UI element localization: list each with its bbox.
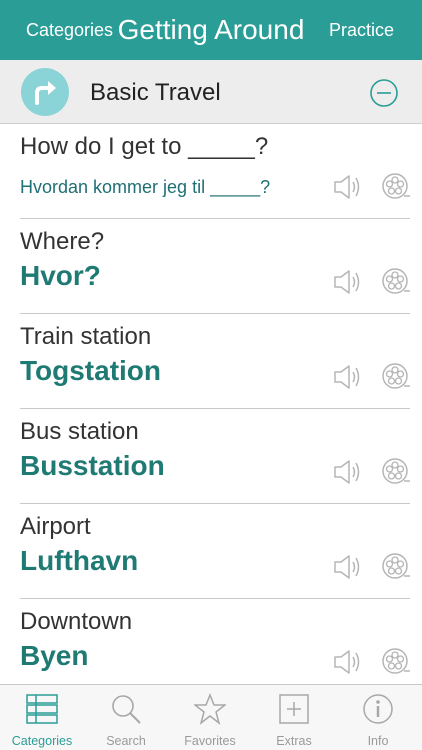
tab-favorites[interactable]: Favorites bbox=[168, 685, 252, 750]
phrase-english: Downtown bbox=[20, 608, 133, 635]
speaker-icon[interactable] bbox=[333, 268, 363, 296]
tab-info[interactable]: Info bbox=[336, 685, 420, 750]
phrase-list: How do I get to _____? Hvordan kommer jeg… bbox=[0, 124, 422, 684]
list-icon bbox=[26, 694, 58, 724]
film-reel-icon[interactable] bbox=[381, 267, 411, 297]
phrase-norwegian: Busstation bbox=[20, 450, 165, 481]
phrase-english: Airport bbox=[20, 513, 91, 540]
navigation-bar: Categories Getting Around Practice bbox=[0, 0, 422, 60]
speaker-icon[interactable] bbox=[333, 553, 363, 581]
minus-circle-icon[interactable] bbox=[369, 78, 399, 108]
film-reel-icon[interactable] bbox=[381, 457, 411, 487]
tab-extras[interactable]: Extras bbox=[252, 685, 336, 750]
phrase-norwegian: Hvordan kommer jeg til _____? bbox=[20, 177, 271, 197]
section-header-basic-travel[interactable]: Basic Travel bbox=[0, 60, 422, 124]
info-circle-icon bbox=[363, 694, 393, 724]
phrase-english: Bus station bbox=[20, 418, 139, 445]
section-title: Basic Travel bbox=[90, 79, 221, 106]
film-reel-icon[interactable] bbox=[381, 362, 411, 392]
phrase-row[interactable]: Airport Lufthavn bbox=[0, 504, 422, 599]
film-reel-icon[interactable] bbox=[381, 552, 411, 582]
phrase-row[interactable]: Train station Togstation bbox=[0, 314, 422, 409]
tab-categories[interactable]: Categories bbox=[0, 685, 84, 750]
phrase-english: Train station bbox=[20, 323, 152, 350]
film-reel-icon[interactable] bbox=[381, 647, 411, 677]
phrase-norwegian: Lufthavn bbox=[20, 545, 139, 576]
film-reel-icon[interactable] bbox=[381, 172, 411, 202]
plus-square-icon bbox=[279, 694, 309, 724]
phrase-row[interactable]: Downtown Byen bbox=[0, 599, 422, 684]
speaker-icon[interactable] bbox=[333, 363, 363, 391]
tab-search[interactable]: Search bbox=[84, 685, 168, 750]
practice-button[interactable]: Practice bbox=[329, 20, 394, 41]
phrase-row[interactable]: Bus station Busstation bbox=[0, 409, 422, 504]
phrase-english: How do I get to _____? bbox=[20, 133, 269, 160]
magnifier-icon bbox=[112, 695, 141, 724]
speaker-icon[interactable] bbox=[333, 648, 363, 676]
star-icon bbox=[194, 693, 226, 725]
tab-bar: Categories Search Favorites Extras Info bbox=[0, 684, 422, 750]
phrase-row[interactable]: How do I get to _____? Hvordan kommer jeg… bbox=[0, 124, 422, 219]
speaker-icon[interactable] bbox=[333, 458, 363, 486]
tab-label: Info bbox=[367, 734, 389, 748]
tab-label: Categories bbox=[11, 734, 73, 748]
tab-label: Favorites bbox=[184, 734, 236, 748]
phrase-row[interactable]: Where? Hvor? bbox=[0, 219, 422, 314]
phrase-norwegian: Byen bbox=[20, 640, 89, 671]
tab-label: Search bbox=[106, 734, 146, 748]
turn-right-arrow-icon bbox=[21, 68, 69, 116]
tab-label: Extras bbox=[276, 734, 312, 748]
phrase-english: Where? bbox=[20, 228, 105, 255]
phrase-norwegian: Hvor? bbox=[20, 260, 101, 291]
speaker-icon[interactable] bbox=[333, 173, 363, 201]
phrase-norwegian: Togstation bbox=[20, 355, 162, 386]
